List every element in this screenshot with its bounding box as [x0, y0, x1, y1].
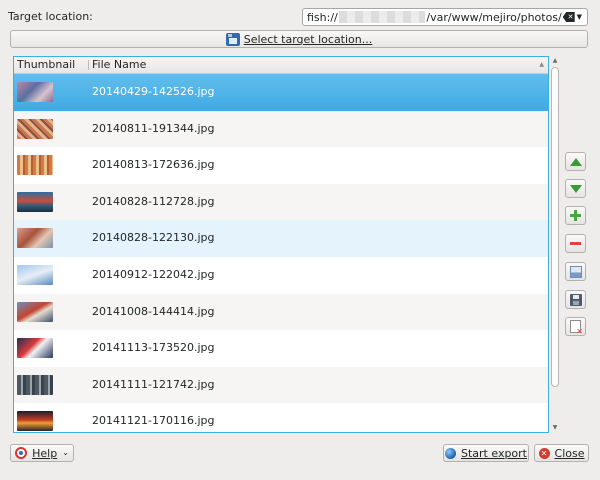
file-name-cell: 20140828-112728.jpg — [92, 194, 215, 208]
location-prefix: fish:// — [307, 10, 338, 24]
column-header-thumbnail[interactable]: Thumbnail — [17, 57, 75, 73]
location-controls: ▼ — [562, 10, 583, 24]
scroll-up-icon[interactable]: ▲ — [551, 57, 559, 65]
file-name-cell: 20140828-122130.jpg — [92, 231, 215, 245]
start-export-label: Start export — [461, 446, 527, 460]
file-name-cell: 20141111-121742.jpg — [92, 377, 215, 391]
column-separator[interactable] — [88, 60, 89, 70]
move-up-icon — [569, 157, 582, 166]
close-label: Close — [554, 446, 585, 460]
thumbnail-image — [17, 411, 53, 432]
table-row[interactable]: 20141121-170116.jpg — [14, 403, 548, 432]
file-name-cell: 20140813-172636.jpg — [92, 158, 215, 172]
file-name-cell: 20141113-173520.jpg — [92, 341, 215, 355]
thumbnail-image — [17, 118, 53, 139]
thumbnail-image — [17, 374, 53, 395]
file-name-cell: 20140811-191344.jpg — [92, 121, 215, 135]
help-lifebuoy-icon — [15, 447, 28, 459]
location-path: /var/www/mejiro/photos/ — [426, 10, 562, 24]
target-location-field[interactable]: fish:// /var/www/mejiro/photos/ ▼ — [302, 8, 588, 26]
file-name-cell: 20140912-122042.jpg — [92, 267, 215, 281]
vertical-scrollbar[interactable]: ▲ ▼ — [550, 56, 560, 433]
table-header: Thumbnail File Name ▲ — [14, 57, 548, 74]
scroll-up-arrow-icon: ▲ — [539, 61, 544, 68]
move-up-button[interactable] — [565, 152, 586, 171]
add-images-icon — [569, 265, 582, 278]
table-row[interactable]: 20140429-142526.jpg — [14, 74, 548, 111]
clear-list-icon — [570, 320, 583, 336]
target-location-label: Target location: — [8, 10, 93, 23]
add-images-button[interactable] — [565, 262, 586, 281]
chevron-down-icon: ⌄ — [62, 448, 69, 457]
add-icon — [570, 210, 581, 221]
table-row[interactable]: 20140813-172636.jpg — [14, 147, 548, 184]
table-row[interactable]: 20141111-121742.jpg — [14, 366, 548, 404]
start-export-button[interactable]: Start export — [443, 444, 529, 462]
select-target-location-label: Select target location... — [243, 32, 373, 46]
file-name-cell: 20141008-144414.jpg — [92, 304, 215, 318]
close-icon: ✕ — [538, 447, 550, 459]
thumbnail-image — [17, 155, 53, 176]
move-down-button[interactable] — [565, 179, 586, 198]
thumbnail-image — [17, 228, 53, 249]
table-body: 20140429-142526.jpg 20140811-191344.jpg 20… — [14, 74, 548, 432]
clear-text-icon[interactable] — [562, 12, 575, 22]
scrollbar-thumb[interactable] — [551, 67, 559, 387]
help-label: Help — [32, 446, 58, 460]
image-list-table[interactable]: Thumbnail File Name ▲ 20140429-142526.jp… — [13, 56, 549, 433]
remove-button[interactable] — [565, 234, 586, 253]
thumbnail-image — [17, 301, 53, 322]
remove-icon — [570, 242, 581, 245]
globe-export-icon — [445, 447, 456, 459]
table-row[interactable]: 20140828-112728.jpg — [14, 183, 548, 221]
folder-network-icon — [225, 32, 240, 46]
thumbnail-image — [17, 264, 53, 285]
save-list-icon — [569, 293, 582, 306]
save-list-button[interactable] — [565, 290, 586, 309]
select-target-location-button[interactable]: Select target location... — [10, 30, 588, 48]
table-row[interactable]: 20140912-122042.jpg — [14, 257, 548, 294]
add-button[interactable] — [565, 206, 586, 225]
move-down-icon — [569, 184, 582, 193]
scroll-down-icon[interactable]: ▼ — [551, 424, 559, 432]
clear-list-button[interactable] — [565, 317, 586, 336]
redacted-host — [338, 11, 426, 23]
table-row[interactable]: 20141113-173520.jpg — [14, 330, 548, 367]
column-header-file-name[interactable]: File Name — [92, 57, 146, 73]
thumbnail-image — [17, 338, 53, 359]
close-button[interactable]: ✕ Close — [534, 444, 589, 462]
table-row[interactable]: 20140828-122130.jpg — [14, 220, 548, 257]
chevron-down-icon[interactable]: ▼ — [577, 12, 582, 22]
file-name-cell: 20140429-142526.jpg — [92, 85, 215, 98]
scrollbar-track[interactable] — [551, 67, 559, 422]
help-button[interactable]: Help ⌄ — [10, 444, 74, 462]
thumbnail-image — [17, 191, 53, 212]
file-name-cell: 20141121-170116.jpg — [92, 414, 215, 428]
table-row[interactable]: 20141008-144414.jpg — [14, 293, 548, 331]
thumbnail-image — [17, 82, 53, 102]
table-row[interactable]: 20140811-191344.jpg — [14, 110, 548, 148]
